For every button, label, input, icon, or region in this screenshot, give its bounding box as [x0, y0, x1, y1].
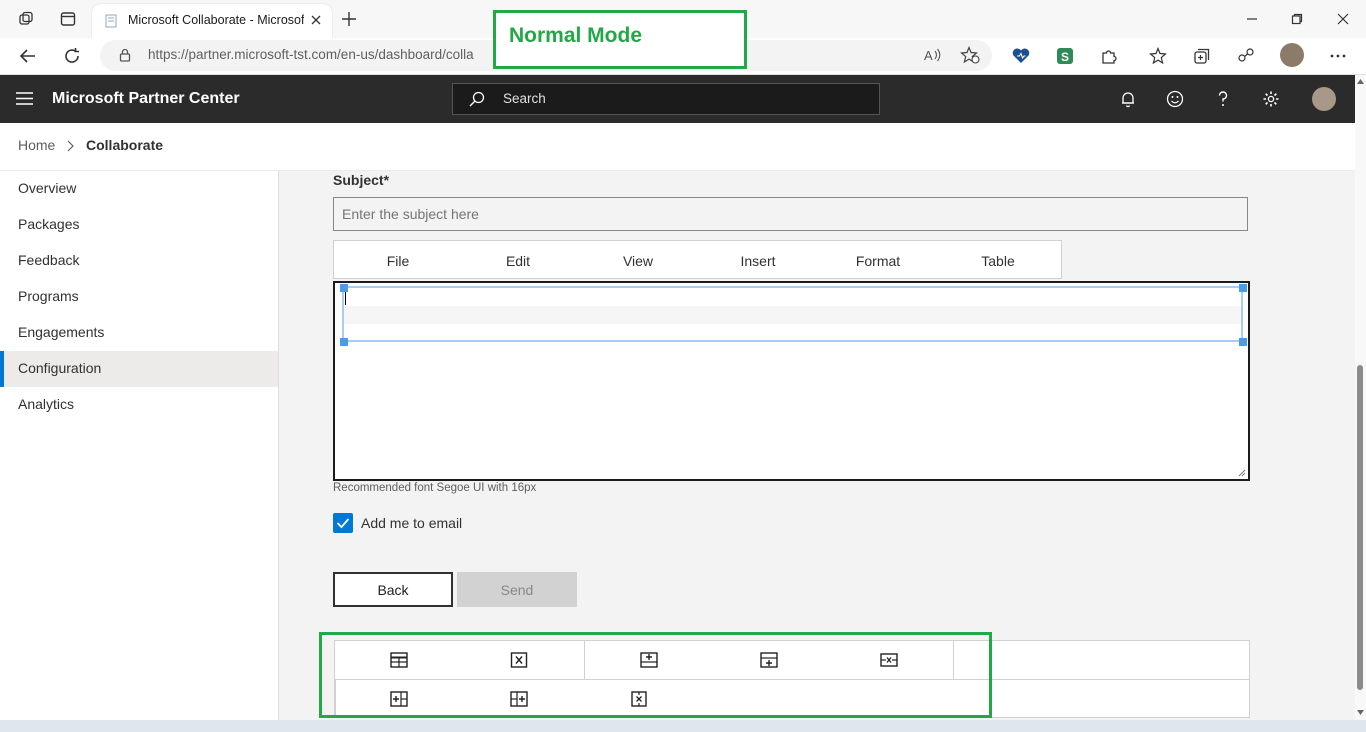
page-scrollbar[interactable] [1355, 75, 1366, 720]
url-text[interactable]: https://partner.microsoft-tst.com/en-us/… [148, 47, 474, 62]
sidebar-item-configuration[interactable]: Configuration [0, 351, 278, 387]
scroll-thumb[interactable] [1357, 365, 1363, 690]
menu-insert[interactable]: Insert [698, 253, 818, 269]
resize-handle[interactable] [1239, 284, 1247, 292]
subject-input[interactable] [333, 197, 1248, 231]
subject-label: Subject* [333, 172, 389, 188]
favorite-add-icon[interactable] [960, 46, 980, 64]
sidebar-item-packages[interactable]: Packages [0, 207, 278, 243]
page-icon [104, 14, 118, 28]
browser-tab[interactable]: Microsoft Collaborate - Microsoft [92, 4, 332, 38]
close-tab-icon[interactable] [310, 14, 322, 26]
sidebar-item-label: Engagements [18, 324, 105, 340]
sidebar-item-label: Feedback [18, 252, 80, 268]
sidebar-item-feedback[interactable]: Feedback [0, 243, 278, 279]
browser-essentials-icon[interactable] [1009, 44, 1033, 68]
notifications-bell-icon[interactable] [1119, 90, 1137, 108]
search-placeholder: Search [503, 91, 546, 106]
help-icon[interactable] [1214, 90, 1232, 108]
app-title[interactable]: Microsoft Partner Center [52, 90, 240, 108]
menu-view[interactable]: View [578, 253, 698, 269]
editor-resize-grip-icon[interactable] [1238, 469, 1246, 477]
search-box[interactable]: Search [452, 83, 880, 115]
lock-icon[interactable] [118, 48, 132, 62]
extension-s-icon[interactable]: S [1053, 44, 1077, 68]
sidebar-item-analytics[interactable]: Analytics [0, 387, 278, 423]
sidebar-item-label: Overview [18, 180, 77, 196]
hamburger-menu-icon[interactable] [16, 92, 33, 105]
refresh-icon[interactable] [60, 44, 84, 68]
back-arrow-icon[interactable] [16, 44, 40, 68]
workspaces-icon[interactable] [14, 7, 38, 31]
read-aloud-icon[interactable]: A [924, 47, 942, 63]
table-row[interactable] [344, 306, 1241, 324]
profile-avatar[interactable] [1280, 43, 1304, 67]
scroll-down-icon[interactable] [1357, 710, 1364, 715]
rich-text-editor[interactable] [333, 281, 1250, 481]
settings-gear-icon[interactable] [1262, 90, 1280, 108]
font-hint: Recommended font Segoe UI with 16px [333, 482, 537, 494]
subject-label-text: Subject [333, 172, 384, 188]
resize-handle[interactable] [1239, 338, 1247, 346]
resize-handle[interactable] [340, 284, 348, 292]
table-row[interactable] [344, 324, 1241, 340]
back-button[interactable]: Back [333, 572, 453, 607]
taskbar [0, 720, 1366, 732]
svg-text:A: A [924, 48, 933, 63]
more-options-icon[interactable] [1326, 44, 1350, 68]
text-cursor [345, 292, 346, 305]
breadcrumb-home[interactable]: Home [18, 137, 55, 153]
sidebar-item-label: Programs [18, 288, 79, 304]
minimize-icon[interactable] [1240, 7, 1264, 31]
required-mark: * [383, 172, 390, 188]
sidebar-item-programs[interactable]: Programs [0, 279, 278, 315]
sidebar-item-label: Analytics [18, 396, 75, 412]
sidebar-nav: Overview Packages Feedback Programs Enga… [0, 171, 279, 732]
menu-file[interactable]: File [338, 253, 458, 269]
favorites-icon[interactable] [1146, 44, 1170, 68]
svg-text:S: S [1061, 50, 1069, 64]
collections-icon[interactable] [1190, 44, 1214, 68]
table-row[interactable] [344, 288, 1241, 306]
menu-format[interactable]: Format [818, 253, 938, 269]
tab-actions-icon[interactable] [56, 7, 80, 31]
close-window-icon[interactable] [1331, 7, 1355, 31]
feedback-smile-icon[interactable] [1166, 90, 1184, 108]
sidebar-item-overview[interactable]: Overview [0, 171, 278, 207]
add-me-checkbox[interactable] [333, 513, 353, 533]
chevron-right-icon [66, 140, 74, 152]
sidebar-item-label: Configuration [18, 360, 102, 376]
tab-title: Microsoft Collaborate - Microsoft [128, 13, 304, 27]
menu-table[interactable]: Table [938, 253, 1058, 269]
sidebar-item-engagements[interactable]: Engagements [0, 315, 278, 351]
annotation-box: Normal Mode [493, 10, 747, 69]
breadcrumb: Home Collaborate [0, 123, 1355, 171]
editor-menubar: File Edit View Insert Format Table [333, 240, 1062, 279]
breadcrumb-current: Collaborate [86, 137, 164, 153]
share-icon[interactable] [1234, 44, 1258, 68]
selected-table[interactable] [342, 286, 1243, 342]
new-tab-icon[interactable] [337, 7, 361, 31]
add-me-label[interactable]: Add me to email [361, 515, 462, 531]
send-button[interactable]: Send [457, 572, 577, 607]
app-header: Microsoft Partner Center Search [0, 75, 1355, 123]
resize-handle[interactable] [340, 338, 348, 346]
scroll-up-icon[interactable] [1357, 79, 1364, 84]
search-icon [469, 91, 485, 107]
annotation-text: Normal Mode [509, 24, 643, 47]
user-avatar[interactable] [1312, 87, 1336, 111]
sidebar-item-label: Packages [18, 216, 80, 232]
annotation-highlight [319, 632, 992, 718]
checkmark-icon [336, 518, 350, 529]
menu-edit[interactable]: Edit [458, 253, 578, 269]
restore-icon[interactable] [1285, 7, 1309, 31]
extensions-icon[interactable] [1097, 44, 1121, 68]
